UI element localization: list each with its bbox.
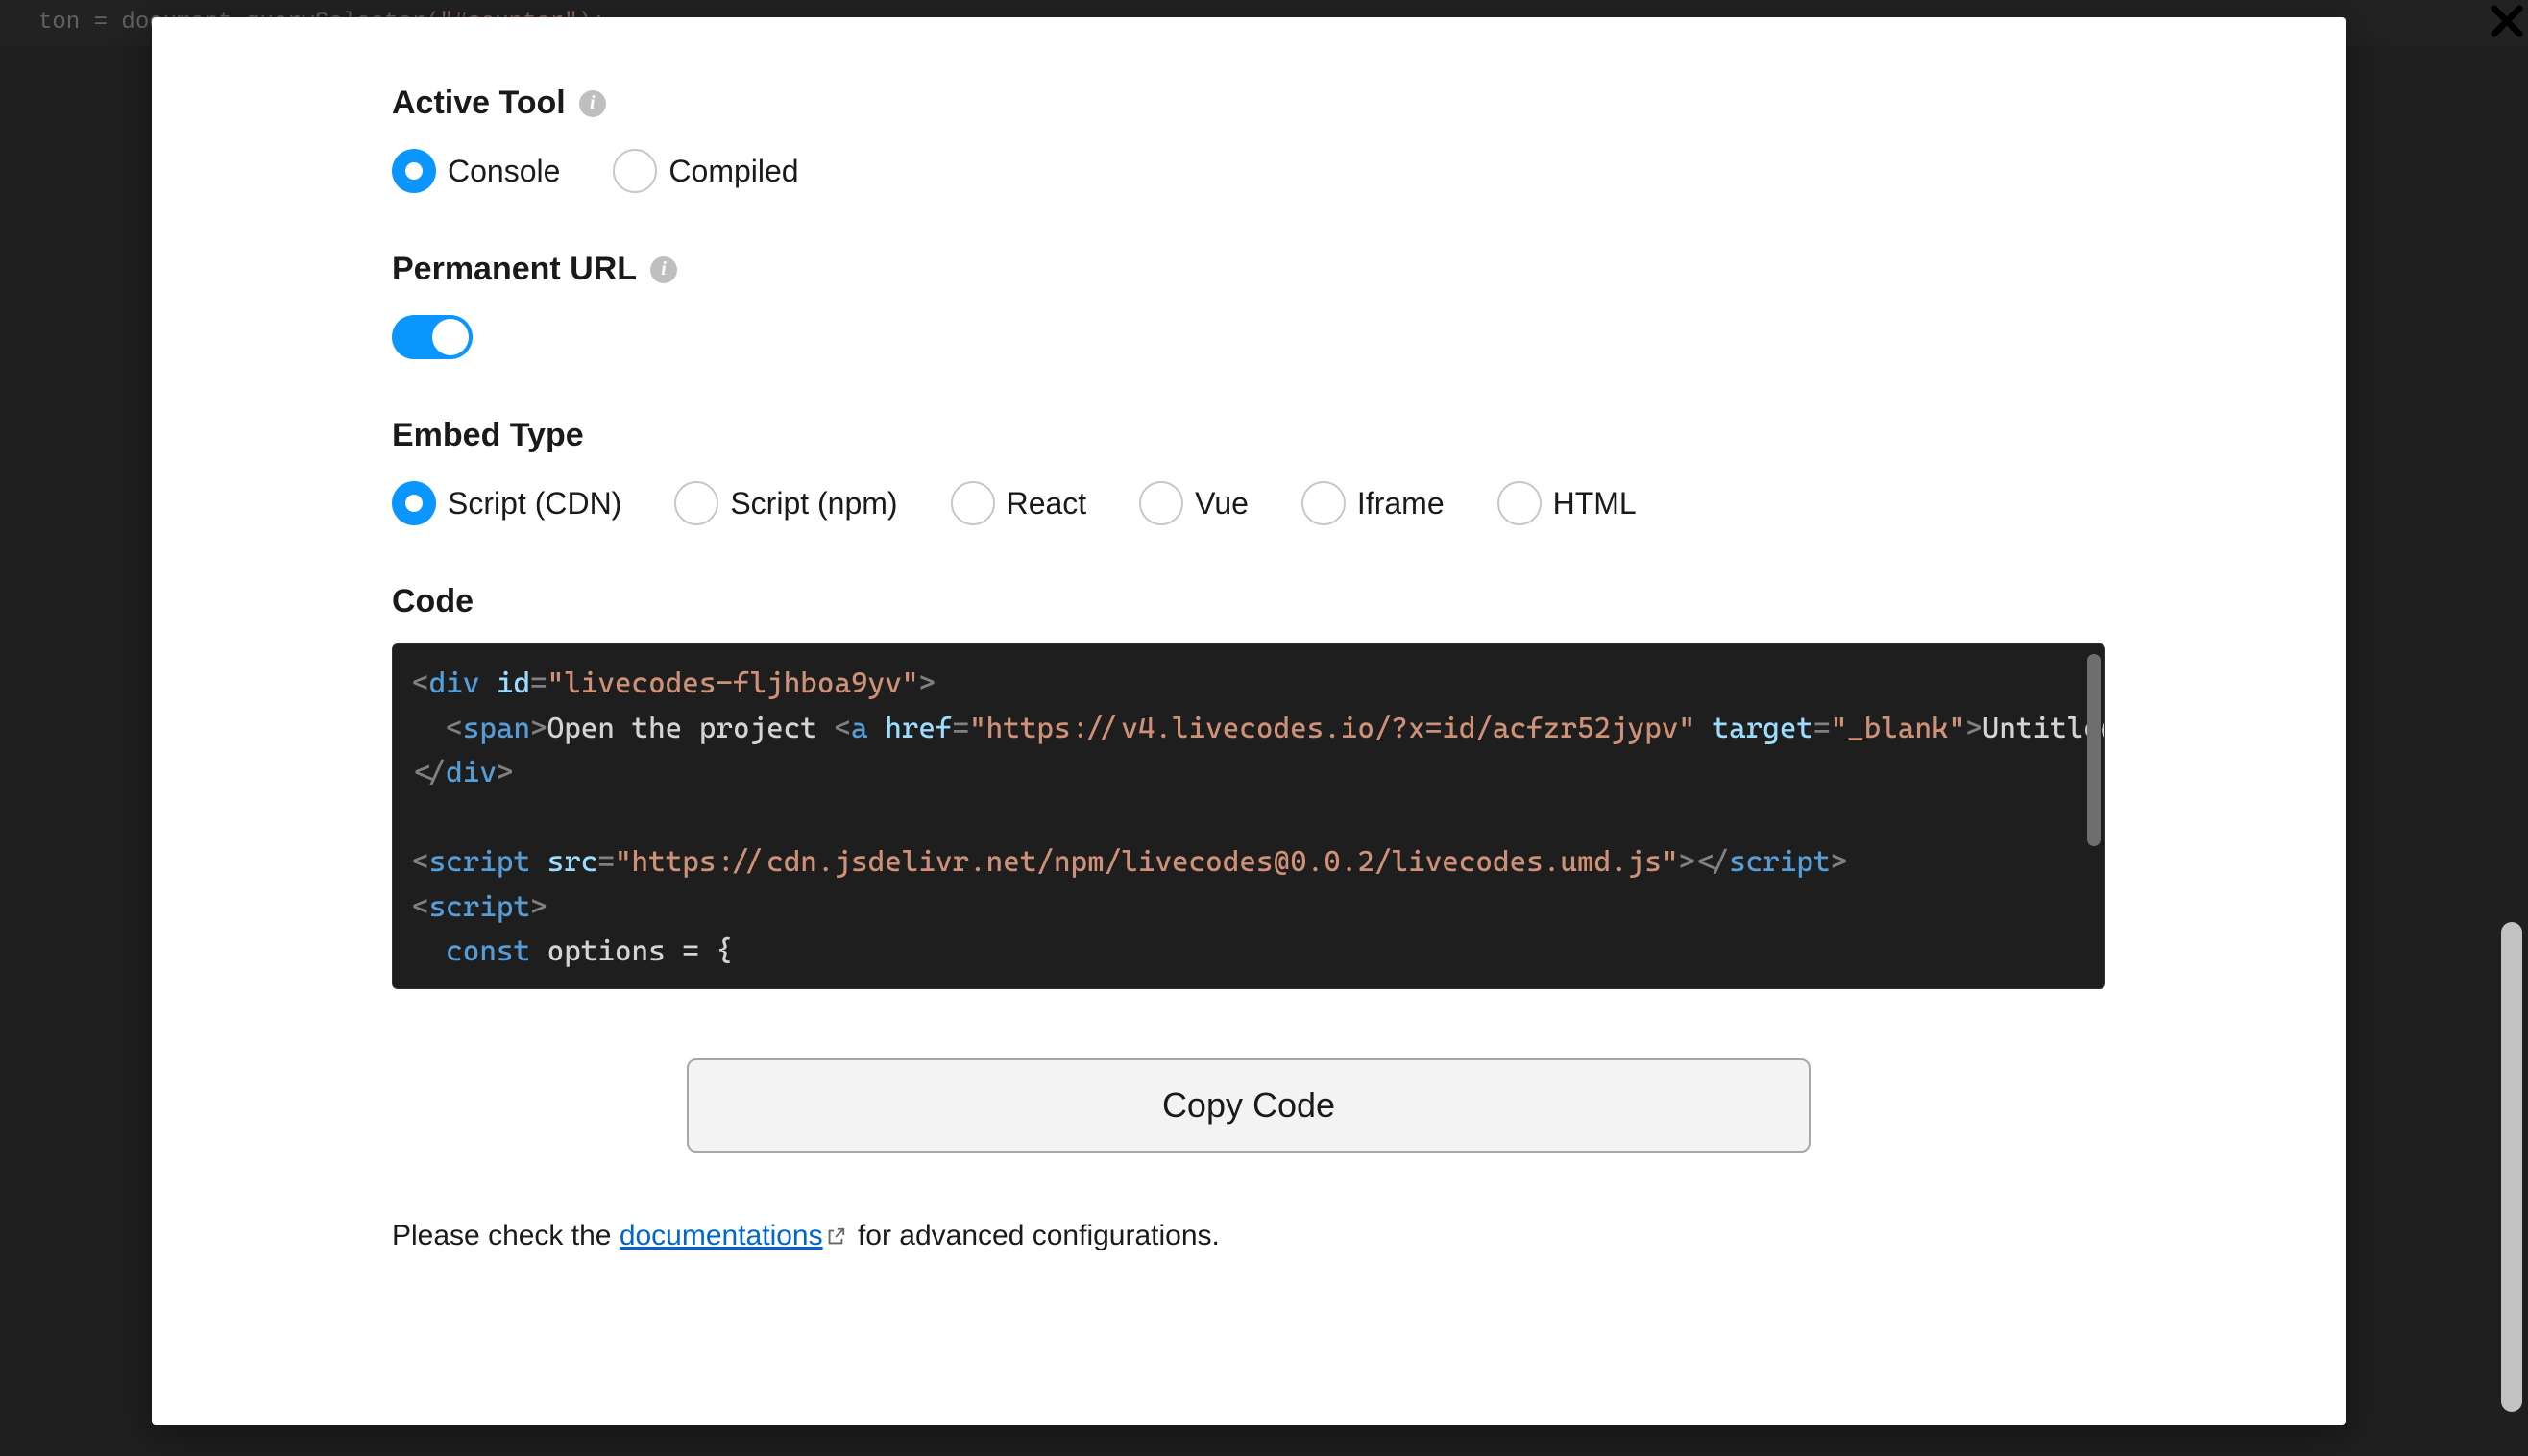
radio-indicator bbox=[1497, 481, 1542, 525]
section-code: Code <div id="livecodes-fljhboa9yv"> <sp… bbox=[392, 583, 2105, 989]
radio-react[interactable]: React bbox=[951, 481, 1087, 525]
close-button[interactable] bbox=[2482, 0, 2528, 46]
label-text: Active Tool bbox=[392, 85, 566, 122]
code-container-id: livecodes-fljhboa9yv bbox=[564, 667, 902, 700]
radio-label: Vue bbox=[1195, 486, 1249, 522]
radio-label: Compiled bbox=[668, 154, 798, 189]
footer-help-text: Please check the documentations for adva… bbox=[392, 1220, 2105, 1252]
section-active-tool: Active Tool i Console Compiled bbox=[392, 85, 2105, 193]
section-embed-type: Embed Type Script (CDN) Script (npm) Rea… bbox=[392, 417, 2105, 525]
radio-indicator bbox=[392, 149, 436, 193]
embed-modal: Active Tool i Console Compiled Permanent… bbox=[152, 17, 2346, 1425]
active-tool-radio-group: Console Compiled bbox=[392, 149, 2105, 193]
radio-indicator bbox=[1301, 481, 1346, 525]
radio-label: Iframe bbox=[1357, 486, 1445, 522]
label-active-tool: Active Tool i bbox=[392, 85, 2105, 122]
radio-indicator bbox=[1139, 481, 1183, 525]
radio-indicator bbox=[392, 481, 436, 525]
radio-label: Script (npm) bbox=[730, 486, 897, 522]
page-scrollbar-thumb[interactable] bbox=[2501, 922, 2522, 1412]
radio-vue[interactable]: Vue bbox=[1139, 481, 1249, 525]
radio-html[interactable]: HTML bbox=[1497, 481, 1637, 525]
embed-type-radio-group: Script (CDN) Script (npm) React Vue Ifra… bbox=[392, 481, 2105, 525]
label-code: Code bbox=[392, 583, 2105, 620]
footer-suffix: for advanced configurations. bbox=[850, 1220, 1220, 1251]
radio-label: React bbox=[1007, 486, 1087, 522]
radio-label: Console bbox=[448, 154, 560, 189]
code-link-href: https://v4.livecodes.io/?x=id/acfzr52jyp… bbox=[986, 712, 1679, 745]
label-embed-type: Embed Type bbox=[392, 417, 2105, 454]
label-text: Code bbox=[392, 583, 474, 620]
section-permanent-url: Permanent URL i bbox=[392, 251, 2105, 359]
footer-link-text: documentations bbox=[620, 1220, 823, 1251]
code-const: const bbox=[446, 934, 530, 968]
label-text: Embed Type bbox=[392, 417, 584, 454]
radio-script-cdn[interactable]: Script (CDN) bbox=[392, 481, 621, 525]
code-link-target: _blank bbox=[1847, 712, 1948, 745]
radio-iframe[interactable]: Iframe bbox=[1301, 481, 1445, 525]
radio-console[interactable]: Console bbox=[392, 149, 560, 193]
copy-code-button[interactable]: Copy Code bbox=[687, 1058, 1811, 1153]
code-script-src: https://cdn.jsdelivr.net/npm/livecodes@0… bbox=[632, 845, 1662, 879]
radio-indicator bbox=[613, 149, 657, 193]
code-preview[interactable]: <div id="livecodes-fljhboa9yv"> <span>Op… bbox=[392, 643, 2105, 989]
code-span-text: Open the project bbox=[547, 712, 835, 745]
footer-prefix: Please check the bbox=[392, 1220, 620, 1251]
code-options-start: = { bbox=[682, 934, 733, 968]
external-link-icon bbox=[825, 1226, 846, 1248]
radio-indicator bbox=[951, 481, 995, 525]
label-permanent-url: Permanent URL i bbox=[392, 251, 2105, 288]
radio-label: Script (CDN) bbox=[448, 486, 621, 522]
permanent-url-toggle[interactable] bbox=[392, 315, 473, 359]
label-text: Permanent URL bbox=[392, 251, 637, 288]
radio-script-npm[interactable]: Script (npm) bbox=[674, 481, 897, 525]
close-icon bbox=[2488, 2, 2526, 40]
documentations-link[interactable]: documentations bbox=[620, 1220, 823, 1251]
info-icon[interactable]: i bbox=[579, 90, 606, 117]
code-options-var: options bbox=[547, 934, 666, 968]
info-icon[interactable]: i bbox=[650, 256, 677, 283]
code-scrollbar-thumb[interactable] bbox=[2087, 654, 2101, 846]
radio-indicator bbox=[674, 481, 718, 525]
radio-label: HTML bbox=[1553, 486, 1637, 522]
radio-compiled[interactable]: Compiled bbox=[613, 149, 798, 193]
